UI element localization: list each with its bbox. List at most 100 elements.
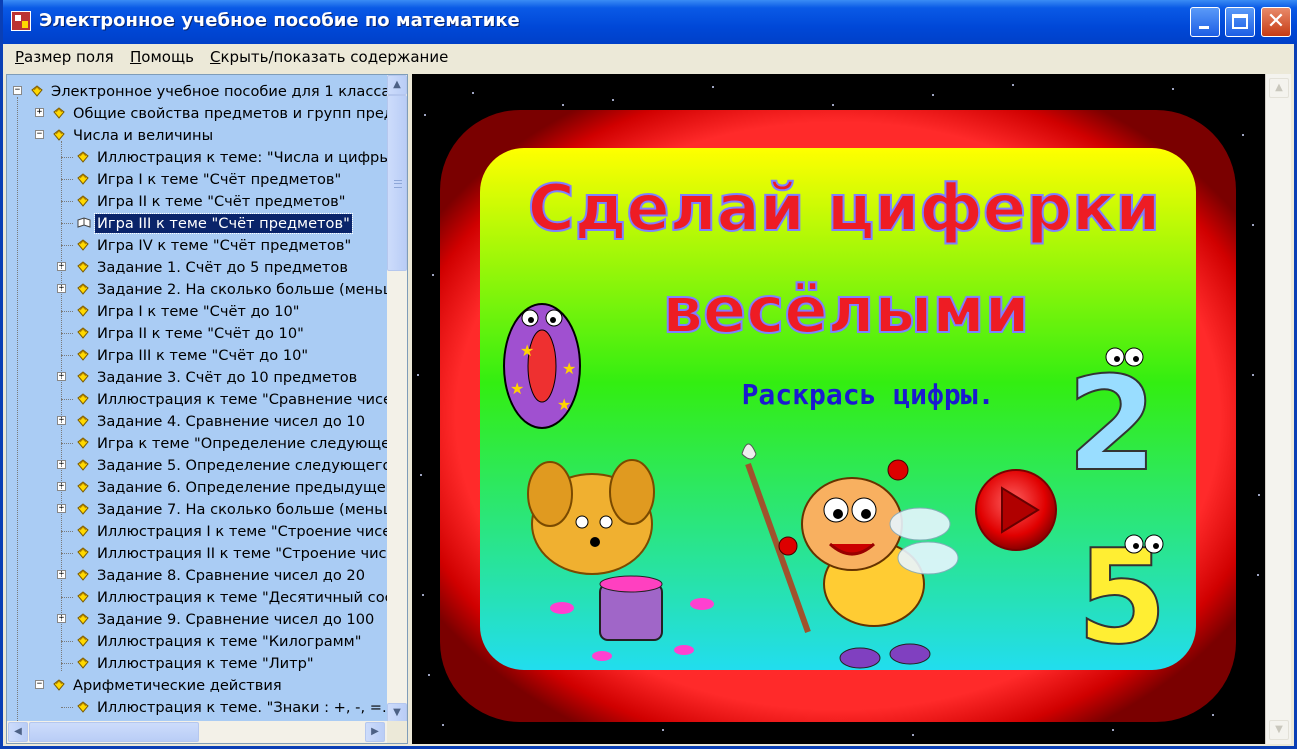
book-icon	[77, 195, 89, 207]
tree-item[interactable]: Иллюстрация к теме: "Числа и цифры"	[7, 147, 387, 169]
tree-item[interactable]: Игра III к теме "Счёт до 10"	[7, 345, 387, 367]
window-title: Электронное учебное пособие по математик…	[39, 10, 520, 31]
tree-item[interactable]: + Задание 5. Определение следующего	[7, 455, 387, 477]
book-icon	[77, 701, 89, 713]
game-decor: Сделай циферки весёлыми Раскрась цифры. …	[503, 171, 1168, 674]
tree-item[interactable]: Иллюстрация к теме "Десятичный состав"	[7, 587, 387, 609]
tree-item-label: Игра III к теме "Счёт предметов"	[94, 213, 353, 234]
book-icon	[77, 437, 89, 449]
tree-item-label: Игра II к теме "Счёт до 10"	[97, 325, 304, 342]
contents-tree-panel: − Электронное учебное пособие для 1 класс…	[6, 74, 408, 744]
collapse-icon[interactable]: −	[35, 680, 44, 689]
book-icon	[77, 503, 89, 515]
tree-item[interactable]: + Задание 9. Сравнение чисел до 100	[7, 609, 387, 631]
tree-item[interactable]: − Арифметические действия	[7, 675, 387, 697]
play-button[interactable]	[975, 469, 1057, 551]
book-icon	[53, 679, 65, 691]
tree-item[interactable]: Игра IV к теме "Счёт предметов"	[7, 235, 387, 257]
tree-item[interactable]: Иллюстрация I к теме "Строение чисел"	[7, 521, 387, 543]
tree-item[interactable]: Иллюстрация II к теме "Строение чисел"	[7, 543, 387, 565]
content-area: Сделай циферки весёлыми Раскрась цифры. …	[412, 74, 1265, 744]
minimize-button[interactable]	[1190, 7, 1220, 37]
puppy-painting-icon	[527, 459, 714, 661]
tree-vertical-scrollbar[interactable]: ▲ ▼	[387, 75, 407, 723]
menu-toggle-contents[interactable]: Скрыть/показать содержание	[210, 48, 448, 66]
tree-item-label: Числа и величины	[73, 127, 214, 144]
tree-item-label: Иллюстрация к теме: "Числа и цифры"	[97, 149, 387, 166]
content-scroll-up-icon[interactable]: ▲	[1269, 78, 1289, 98]
svg-text:2: 2	[1067, 348, 1157, 500]
tree-item-label: Задание 1. Счёт до 5 предметов	[97, 259, 348, 276]
digit-five-icon: 5	[1076, 520, 1168, 674]
scroll-left-icon[interactable]: ◀	[8, 722, 28, 742]
game-title-line1: Сделай циферки	[528, 172, 1161, 246]
tree-item[interactable]: Игра I к теме "Счёт предметов"	[7, 169, 387, 191]
svg-text:★: ★	[520, 341, 534, 360]
tree-item[interactable]: Игра II к теме "Счёт предметов"	[7, 191, 387, 213]
book-icon	[77, 305, 89, 317]
book-icon	[77, 613, 89, 625]
collapse-icon[interactable]: −	[35, 130, 44, 139]
collapse-icon[interactable]: −	[13, 86, 22, 95]
tree-item-label: Общие свойства предметов и групп предмет…	[73, 105, 387, 122]
instruction-text: Раскрась цифры.	[742, 378, 995, 411]
scroll-right-icon[interactable]: ▶	[365, 722, 385, 742]
book-icon	[77, 569, 89, 581]
tree-item-label: Арифметические действия	[73, 677, 282, 694]
maximize-icon	[1232, 14, 1248, 29]
tree-item[interactable]: Игра I к теме "Счёт до 10"	[7, 301, 387, 323]
tree-item[interactable]: Игра III к теме "Счёт предметов"	[7, 213, 387, 235]
book-icon	[77, 657, 89, 669]
scroll-up-icon[interactable]: ▲	[387, 75, 407, 95]
tree-item-label: Иллюстрация к теме. "Знаки : +, -, =. «	[97, 699, 387, 716]
tree-item[interactable]: Игра II к теме "Счёт до 10"	[7, 323, 387, 345]
title-bar[interactable]: Электронное учебное пособие по математик…	[3, 0, 1297, 44]
contents-tree[interactable]: − Электронное учебное пособие для 1 класс…	[7, 75, 387, 723]
tree-item-label: Иллюстрация I к теме "Строение чисел"	[97, 523, 387, 540]
content-scroll-down-icon[interactable]: ▼	[1269, 720, 1289, 740]
maximize-button[interactable]	[1225, 7, 1255, 37]
digit-two-icon: 2	[1066, 347, 1158, 501]
app-book-icon[interactable]	[11, 11, 31, 31]
tree-item[interactable]: − Числа и величины	[7, 125, 387, 147]
svg-text:★: ★	[562, 359, 576, 378]
tree-item-label: Задание 7. На сколько больше (меньше)	[97, 501, 387, 518]
menu-field-size[interactable]: Размер поля	[15, 48, 114, 66]
menu-bar: Размер поля Помощь Скрыть/показать содер…	[3, 44, 1294, 70]
tree-item-label: Игра III к теме "Счёт до 10"	[97, 347, 309, 364]
tree-item[interactable]: + Задание 6. Определение предыдущего	[7, 477, 387, 499]
tree-item[interactable]: + Задание 2. На сколько больше (меньше)	[7, 279, 387, 301]
book-icon	[77, 327, 89, 339]
tree-item[interactable]: Иллюстрация к теме "Сравнение чисел"	[7, 389, 387, 411]
tree-hscroll-thumb[interactable]	[29, 722, 199, 742]
tree-item-label: Задание 5. Определение следующего	[97, 457, 387, 474]
tree-item[interactable]: + Задание 3. Счёт до 10 предметов	[7, 367, 387, 389]
book-icon	[77, 525, 89, 537]
book-icon	[77, 591, 89, 603]
tree-item-label: Игра II к теме "Счёт предметов"	[97, 193, 346, 210]
tree-scroll-thumb[interactable]	[387, 95, 407, 271]
scroll-down-icon[interactable]: ▼	[387, 703, 407, 723]
tree-item-label: Игра IV к теме "Счёт предметов"	[97, 237, 352, 254]
tree-item-label: Иллюстрация к теме "Десятичный состав"	[97, 589, 387, 606]
tree-item[interactable]: Иллюстрация к теме "Килограмм"	[7, 631, 387, 653]
tree-item[interactable]: Игра к теме "Определение следующего"	[7, 433, 387, 455]
tree-item[interactable]: + Задание 8. Сравнение чисел до 20	[7, 565, 387, 587]
content-vertical-scrollbar[interactable]: ▲ ▼	[1265, 74, 1291, 744]
tree-item[interactable]: + Задание 1. Счёт до 5 предметов	[7, 257, 387, 279]
book-icon	[77, 481, 89, 493]
tree-item[interactable]: Иллюстрация к теме "Литр"	[7, 653, 387, 675]
tree-item[interactable]: + Общие свойства предметов и групп предме…	[7, 103, 387, 125]
book-icon	[77, 349, 89, 361]
menu-help[interactable]: Помощь	[130, 48, 194, 66]
book-icon	[77, 547, 89, 559]
tree-item[interactable]: + Задание 7. На сколько больше (меньше)	[7, 499, 387, 521]
close-button[interactable]: ✕	[1261, 7, 1291, 37]
tree-horizontal-scrollbar[interactable]: ◀ ▶	[7, 721, 387, 743]
tree-item[interactable]: Иллюстрация к теме. "Знаки : +, -, =. «	[7, 697, 387, 719]
tree-item[interactable]: − Электронное учебное пособие для 1 класс…	[7, 81, 387, 103]
tree-item[interactable]: + Задание 4. Сравнение чисел до 10	[7, 411, 387, 433]
expand-icon[interactable]: +	[35, 108, 44, 117]
book-icon	[53, 129, 65, 141]
book-icon	[77, 415, 89, 427]
